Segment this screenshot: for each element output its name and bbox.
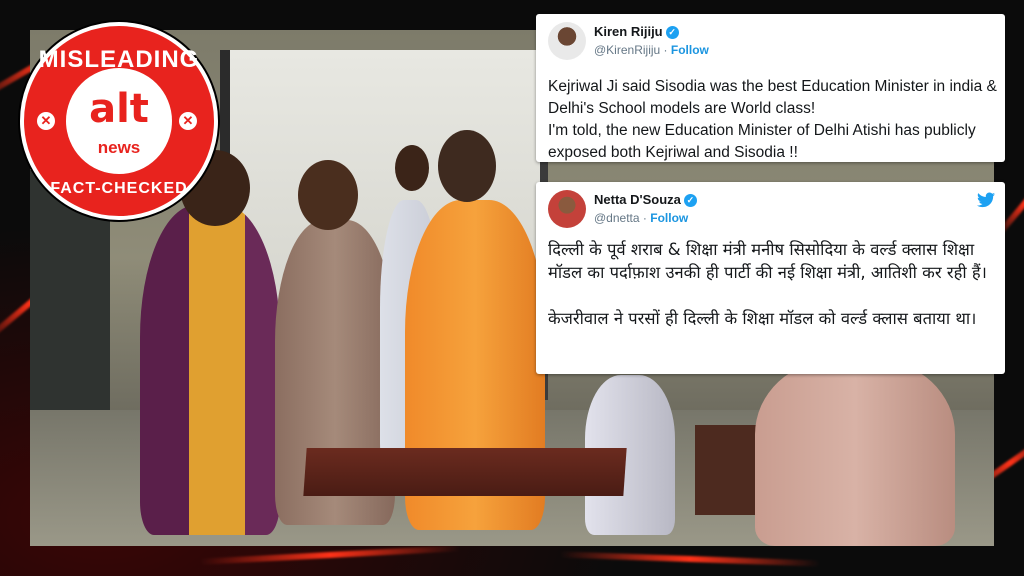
- tweet-author-name[interactable]: Kiren Rijiju: [594, 24, 663, 39]
- tweet-card: Netta D'Souza ✓ @dnetta · Follow दिल्ली क…: [536, 182, 1005, 374]
- follow-button[interactable]: Follow: [671, 43, 709, 57]
- badge-bottom-text: FACT-CHECKED: [50, 180, 188, 197]
- x-mark-icon: ✕: [179, 112, 197, 130]
- logo-alt-text: alt: [89, 86, 149, 132]
- tweet-handle[interactable]: @dnetta: [594, 211, 640, 225]
- separator-dot: ·: [663, 43, 668, 57]
- red-light-streak: [200, 545, 460, 565]
- image-frame: MISLEADING ✕ ✕ alt news FACT-CHECKED Kir…: [0, 0, 1024, 576]
- tweet-author-name[interactable]: Netta D'Souza: [594, 192, 681, 207]
- wooden-desk: [303, 448, 627, 496]
- tweet-text: दिल्ली के पूर्व शराब & शिक्षा मंत्री मनी…: [548, 240, 987, 328]
- person-head: [298, 160, 358, 230]
- person-head: [395, 145, 429, 191]
- red-light-streak: [559, 551, 821, 567]
- logo-news-text: news: [97, 138, 141, 157]
- avatar[interactable]: [548, 190, 586, 228]
- tweet-card: Kiren Rijiju ✓ @KirenRijiju · Follow Kejr…: [536, 14, 1005, 162]
- tweet-text: Kejriwal Ji said Sisodia was the best Ed…: [548, 78, 997, 161]
- twitter-bird-icon[interactable]: [977, 192, 995, 208]
- verified-badge-icon: ✓: [665, 26, 679, 40]
- avatar[interactable]: [548, 22, 586, 60]
- woman-purple-dupatta: [140, 205, 280, 535]
- misleading-badge: MISLEADING ✕ ✕ alt news FACT-CHECKED: [20, 22, 218, 220]
- verified-badge-icon: ✓: [683, 194, 697, 208]
- person-pink-kurta: [755, 360, 955, 546]
- x-mark-icon: ✕: [37, 112, 55, 130]
- separator-dot: ·: [642, 211, 647, 225]
- person-head: [438, 130, 496, 202]
- tweet-handle[interactable]: @KirenRijiju: [594, 43, 660, 57]
- follow-button[interactable]: Follow: [650, 211, 688, 225]
- alt-news-logo: alt news: [66, 68, 172, 174]
